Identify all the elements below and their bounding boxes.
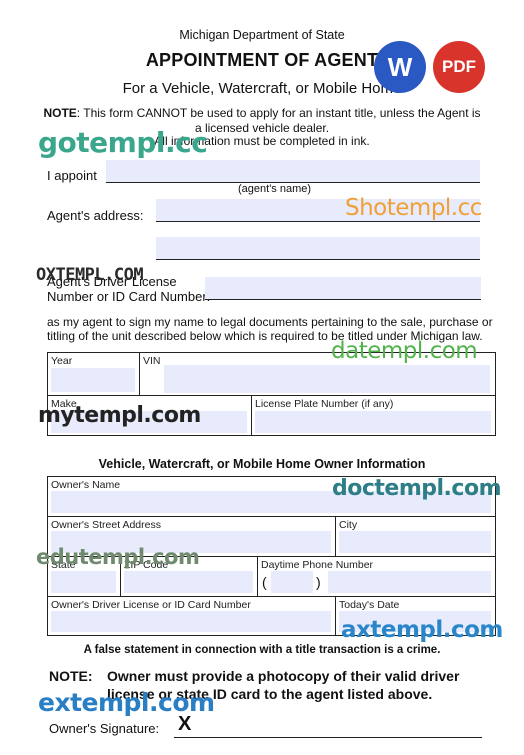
city-field[interactable] xyxy=(339,531,491,553)
word-icon-letter: W xyxy=(387,51,413,82)
street-label: Owner's Street Address xyxy=(51,519,161,531)
plate-field[interactable] xyxy=(255,411,491,433)
owner-license-cell: Owner's Driver License or ID Card Number xyxy=(48,597,335,635)
authorization-line1: as my agent to sign my name to legal doc… xyxy=(47,315,493,329)
photocopy-note: NOTE: xyxy=(49,667,93,685)
owner-license-field[interactable] xyxy=(51,611,331,632)
datempl-watermark: datempl.com xyxy=(331,338,478,364)
note-text-2: a licensed vehicle dealer. xyxy=(194,121,330,135)
signature-label: Owner's Signature: xyxy=(49,721,160,736)
phone-label: Daytime Phone Number xyxy=(261,559,374,571)
edutempl-watermark: edutempl.com xyxy=(36,545,200,569)
agent-name-field[interactable] xyxy=(106,160,480,183)
oxtempl-watermark: OXTEMPL.COM xyxy=(36,265,144,285)
mytempl-watermark: mytempl.com xyxy=(38,403,201,428)
note-text: : This form CANNOT be used to apply for … xyxy=(76,106,481,120)
phone-cell: Daytime Phone Number ( ) xyxy=(258,557,495,596)
year-cell: Year xyxy=(48,353,139,395)
agent-address-field-2[interactable] xyxy=(156,237,480,260)
zip-field[interactable] xyxy=(124,571,253,593)
city-cell: City xyxy=(336,517,495,556)
city-label: City xyxy=(339,519,358,531)
department-name: Michigan Department of State xyxy=(179,28,345,42)
signature-line[interactable] xyxy=(174,736,482,738)
date-label: Today's Date xyxy=(339,599,400,611)
photocopy-note-label: NOTE: xyxy=(49,668,93,684)
agent-license-field[interactable] xyxy=(205,277,481,300)
vin-label: VIN xyxy=(143,355,161,367)
year-field[interactable] xyxy=(51,368,135,392)
vin-field[interactable] xyxy=(164,365,490,393)
year-label: Year xyxy=(51,355,73,367)
pdf-icon-label: PDF xyxy=(442,57,476,76)
axtempl-watermark: axtempl.com xyxy=(341,617,503,643)
agent-address-label: Agent's address: xyxy=(47,208,144,223)
gotempl-watermark: gotempl.cc xyxy=(38,126,208,159)
extempl-watermark: extempl.com xyxy=(38,688,215,717)
agent-name-caption: (agent's name) xyxy=(238,183,312,195)
state-field[interactable] xyxy=(51,571,116,593)
owner-name-label: Owner's Name xyxy=(51,479,121,491)
owner-section-title: Vehicle, Watercraft, or Mobile Home Owne… xyxy=(98,457,426,471)
phone-number-field[interactable] xyxy=(328,571,491,593)
false-statement-warning: A false statement in connection with a t… xyxy=(83,644,441,656)
photocopy-note-line1: Owner must provide a photocopy of their … xyxy=(107,668,460,684)
doctempl-watermark: doctempl.com xyxy=(332,476,502,501)
phone-open-paren: ( xyxy=(262,574,267,590)
note-label: NOTE xyxy=(43,106,77,120)
pdf-download-icon[interactable]: PDF xyxy=(433,41,485,93)
word-download-icon[interactable]: W xyxy=(374,41,426,93)
plate-cell: License Plate Number (if any) xyxy=(252,396,495,435)
plate-label: License Plate Number (if any) xyxy=(255,398,394,410)
shotempl-watermark: Shotempl.cc xyxy=(345,195,482,221)
appoint-label: I appoint xyxy=(47,168,97,183)
owner-license-label: Owner's Driver License or ID Card Number xyxy=(51,599,251,611)
license-label-line2: Number or ID Card Number: xyxy=(47,289,211,304)
phone-close-paren: ) xyxy=(316,574,321,590)
phone-area-code-field[interactable] xyxy=(271,571,313,593)
